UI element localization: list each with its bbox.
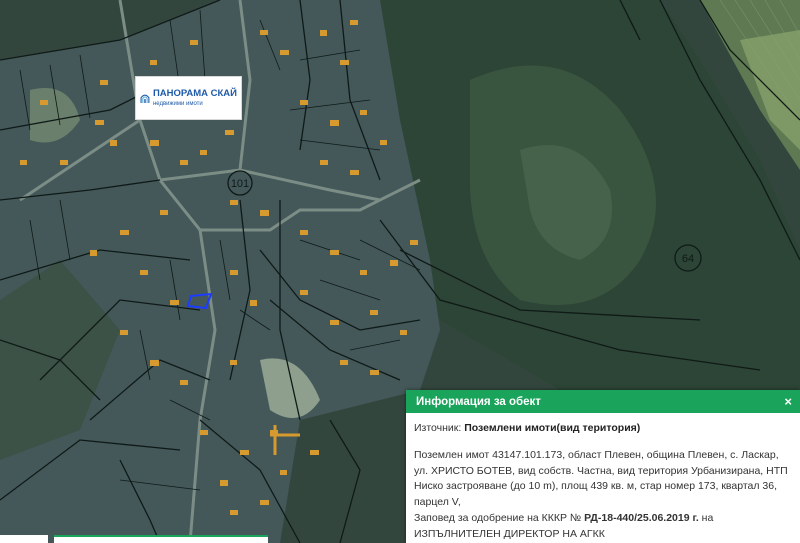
description-line: парцел V, xyxy=(414,496,461,508)
approval-order: Заповед за одобрение на КККР № РД-18-440… xyxy=(414,511,792,527)
source-label: Източник: xyxy=(414,422,462,434)
panel-body: Източник: Поземлени имоти(вид територия)… xyxy=(406,413,800,542)
source-value: Поземлени имоти(вид територия) xyxy=(464,422,641,434)
source-row: Източник: Поземлени имоти(вид територия) xyxy=(414,421,792,437)
close-button[interactable]: × xyxy=(784,394,792,409)
bottom-toolbar-edge xyxy=(0,535,268,543)
description-line: Ниско застрояване (до 10 m), площ 439 кв… xyxy=(414,480,777,493)
panel-header: Информация за обект × xyxy=(406,390,800,413)
description-line: ул. ХРИСТО БОТЕВ, вид собств. Частна, ви… xyxy=(414,464,788,477)
logo: ПАНОРАМА СКАЙ недвижими имоти xyxy=(135,76,242,120)
description-line: Поземлен имот 43147.101.173, област Плев… xyxy=(414,448,779,461)
order-suffix: на xyxy=(701,511,714,524)
toolbar-fragment[interactable] xyxy=(0,535,48,543)
logo-name: ПАНОРАМА СКАЙ xyxy=(152,88,237,100)
order-number: РД-18-440/25.06.2019 г. xyxy=(584,511,699,524)
order-issuer: ИЗПЪЛНИТЕЛЕН ДИРЕКТОР НА АГКК xyxy=(414,527,605,540)
logo-subtitle: недвижими имоти xyxy=(152,100,203,107)
order-prefix: Заповед за одобрение на КККР № xyxy=(414,511,582,524)
object-info-panel: Информация за обект × Източник: Поземлен… xyxy=(406,390,800,543)
toolbar-fragment[interactable] xyxy=(54,535,268,543)
panorama-building-icon xyxy=(140,94,150,103)
road-label-64: 64 xyxy=(682,253,694,265)
panel-title: Информация за обект xyxy=(416,395,541,408)
road-label-101: 101 xyxy=(231,178,249,190)
